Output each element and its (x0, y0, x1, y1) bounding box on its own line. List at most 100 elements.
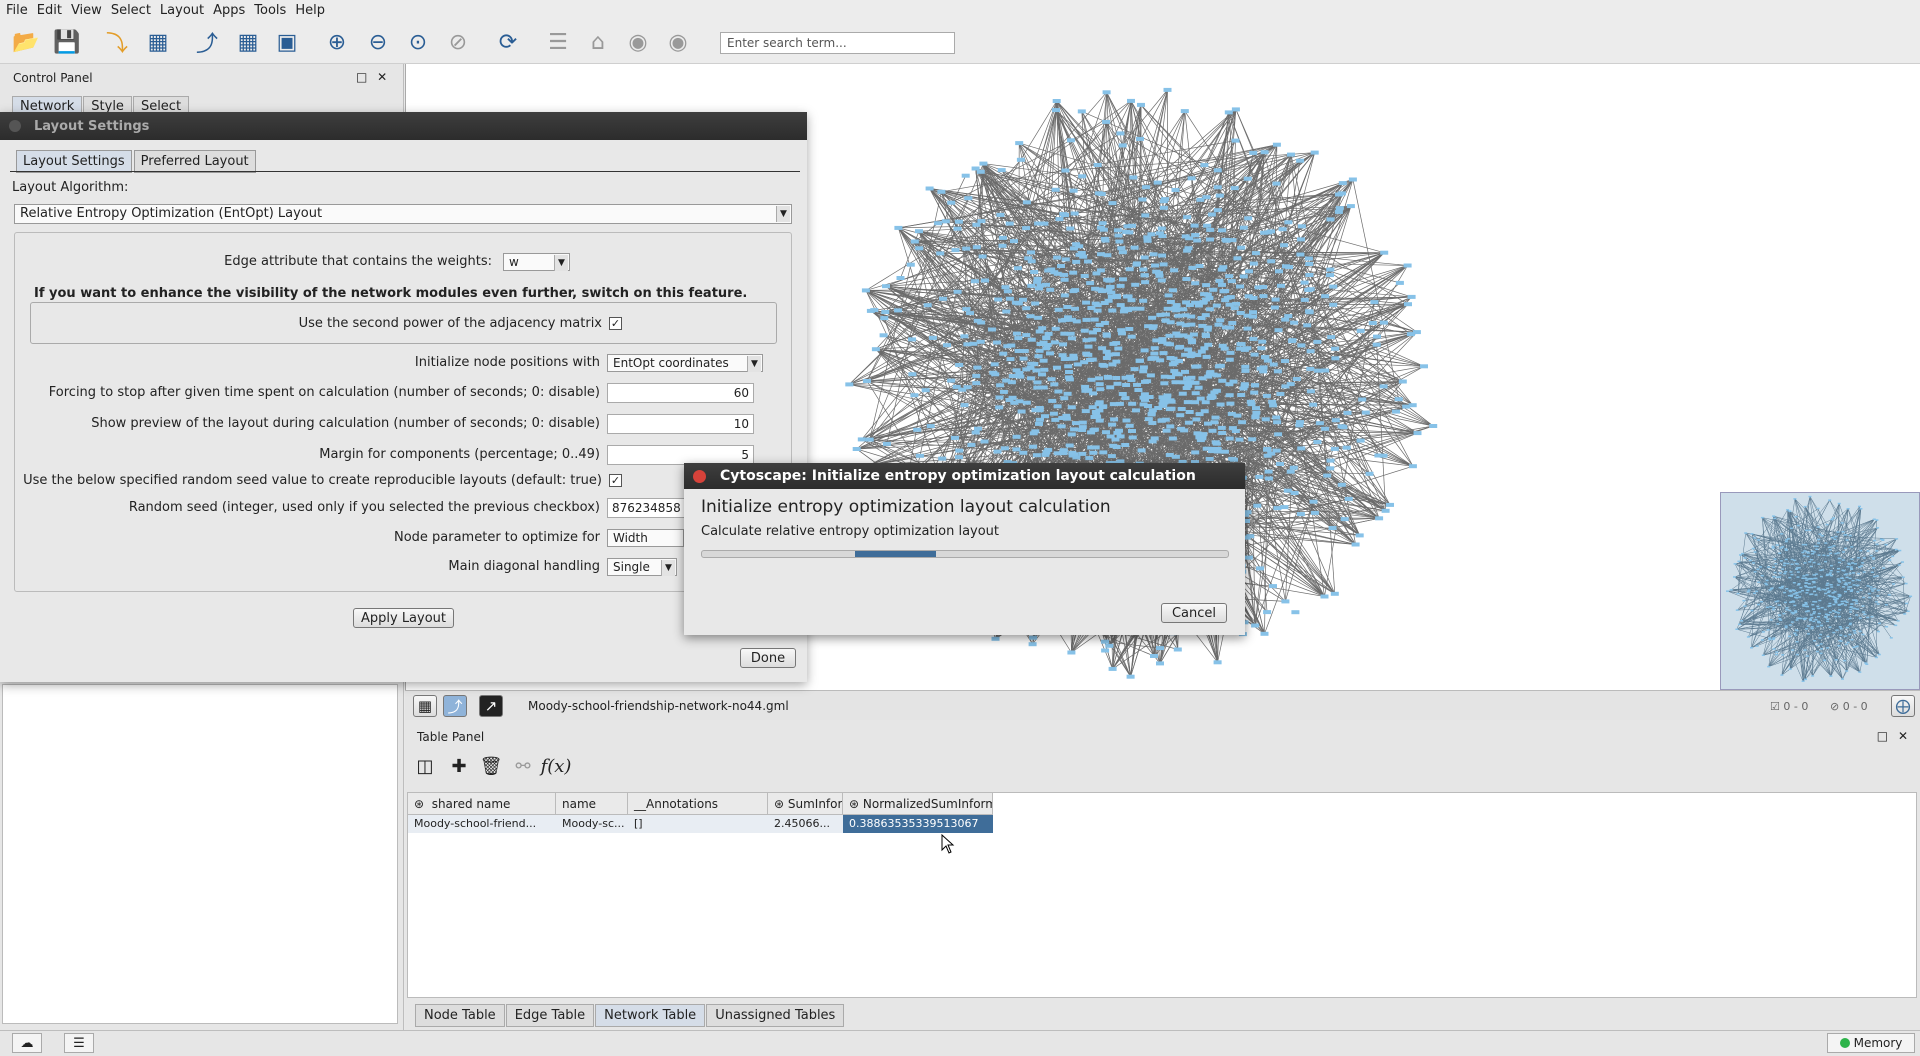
save-session-icon[interactable]: 💾 (52, 28, 82, 56)
column-header[interactable]: name (556, 793, 628, 815)
node (1104, 288, 1113, 293)
init-positions-select[interactable]: EntOpt coordinates ▼ (607, 354, 763, 372)
done-button[interactable]: Done (740, 648, 796, 668)
tab-preferred-layout[interactable]: Preferred Layout (133, 150, 256, 173)
layout-algorithm-select[interactable]: Relative Entropy Optimization (EntOpt) L… (14, 204, 792, 224)
stop-time-field[interactable]: 60 (607, 383, 754, 403)
column-header[interactable]: __Annotations (628, 793, 768, 815)
node (1251, 251, 1260, 256)
float-icon[interactable]: □ (1877, 729, 1888, 743)
diagonal-select[interactable]: Single ▼ (607, 558, 677, 576)
node (1175, 359, 1183, 363)
close-icon[interactable] (9, 120, 21, 132)
node (1844, 582, 1848, 584)
menu-apps[interactable]: Apps (213, 3, 245, 18)
node (1848, 617, 1852, 620)
node (1828, 626, 1832, 628)
edge-attribute-select[interactable]: w ▼ (503, 253, 570, 271)
grid-view-icon[interactable]: ▦ (413, 695, 437, 717)
detach-icon[interactable]: ↗ (479, 695, 503, 717)
share-icon[interactable]: ⤴ (443, 695, 467, 717)
menu-help[interactable]: Help (295, 3, 325, 18)
apply-layout-button[interactable]: Apply Layout (353, 608, 454, 628)
node (1851, 579, 1855, 582)
export-table-icon[interactable]: ▦ (233, 28, 263, 56)
close-icon[interactable]: ✕ (377, 70, 387, 84)
table-cell-selected[interactable]: 0.38863535339513067 (843, 815, 993, 833)
float-icon[interactable]: □ (356, 70, 367, 84)
cancel-button[interactable]: Cancel (1161, 603, 1227, 623)
node (1848, 572, 1852, 575)
node (1073, 362, 1082, 367)
node (1027, 376, 1035, 381)
menu-edit[interactable]: Edit (37, 3, 62, 18)
tab-edge-table[interactable]: Edge Table (505, 1004, 595, 1027)
export-image-icon[interactable]: ▣ (272, 28, 302, 56)
crosshair-icon[interactable]: ⨁ (1891, 695, 1915, 717)
function-builder-icon[interactable]: f(x) (541, 753, 572, 779)
column-header[interactable]: ⊛ shared name (408, 793, 556, 815)
node (974, 426, 982, 431)
close-icon[interactable]: ✕ (1898, 729, 1908, 743)
node (1213, 660, 1222, 665)
zoom-fit-icon[interactable]: ⊙ (403, 28, 433, 56)
seed-checkbox[interactable]: ✓ (609, 474, 622, 487)
menu-layout[interactable]: Layout (160, 3, 204, 18)
menu-select[interactable]: Select (111, 3, 151, 18)
cloud-icon[interactable]: ☁ (12, 1033, 42, 1053)
export-network-icon[interactable]: ⤴ (192, 28, 222, 57)
second-power-checkbox[interactable]: ✓ (609, 317, 622, 330)
hide-icon[interactable]: ◉ (623, 28, 653, 56)
node-parameter-select[interactable]: Width (607, 529, 684, 547)
node (1143, 238, 1152, 243)
network-overview-navigator[interactable] (1720, 492, 1920, 690)
table-cell[interactable]: Moody-sc... (556, 815, 628, 833)
show-icon[interactable]: ◉ (663, 28, 693, 56)
menu-file[interactable]: File (6, 3, 28, 18)
table-cell[interactable]: Moody-school-friend... (408, 815, 556, 833)
search-input[interactable]: Enter search term... (720, 32, 955, 54)
menu-tools[interactable]: Tools (254, 3, 286, 18)
memory-button[interactable]: Memory (1827, 1033, 1915, 1053)
new-from-selection-icon[interactable]: ☰ (543, 28, 573, 56)
add-column-icon[interactable]: ✚ (445, 753, 473, 779)
zoom-out-icon[interactable]: ⊖ (363, 28, 393, 56)
table-cell[interactable]: 2.45066... (768, 815, 843, 833)
node (1836, 531, 1840, 533)
node (1824, 560, 1827, 563)
task-list-icon[interactable]: ☰ (64, 1033, 94, 1053)
node (1235, 437, 1244, 442)
node (1053, 365, 1061, 370)
column-header[interactable]: ⊛ NormalizedSumInform (843, 793, 993, 815)
tab-layout-settings[interactable]: Layout Settings (16, 150, 132, 173)
tab-node-table[interactable]: Node Table (415, 1004, 505, 1027)
zoom-selected-icon[interactable]: ⊘ (443, 28, 473, 56)
preview-time-field[interactable]: 10 (607, 414, 754, 434)
node (1231, 429, 1240, 433)
refresh-icon[interactable]: ⟳ (493, 28, 523, 56)
import-table-icon[interactable]: ▦ (143, 28, 173, 56)
node (1191, 450, 1200, 455)
zoom-in-icon[interactable]: ⊕ (322, 28, 352, 56)
node (1261, 417, 1270, 422)
menu-view[interactable]: View (71, 3, 102, 18)
node (1127, 298, 1136, 303)
open-session-icon[interactable]: 📂 (11, 28, 41, 56)
node (1820, 606, 1824, 609)
margin-field[interactable]: 5 (607, 445, 754, 465)
node (1348, 177, 1357, 182)
delete-column-icon[interactable]: 🗑 (477, 753, 505, 779)
table-cell[interactable]: [] (628, 815, 768, 833)
tab-network-table[interactable]: Network Table (595, 1004, 706, 1027)
column-header[interactable]: ⊛ SumInfor (768, 793, 843, 815)
tab-unassigned-tables[interactable]: Unassigned Tables (706, 1004, 845, 1027)
node (1069, 289, 1078, 294)
columns-icon[interactable]: ◫ (411, 753, 439, 779)
node (1844, 584, 1848, 586)
close-icon[interactable] (693, 470, 706, 483)
node (1844, 590, 1847, 593)
home-icon[interactable]: ⌂ (583, 28, 613, 56)
link-icon[interactable]: ⚯ (509, 753, 537, 779)
import-network-icon[interactable]: ⤵ (102, 28, 132, 57)
node (947, 200, 956, 205)
